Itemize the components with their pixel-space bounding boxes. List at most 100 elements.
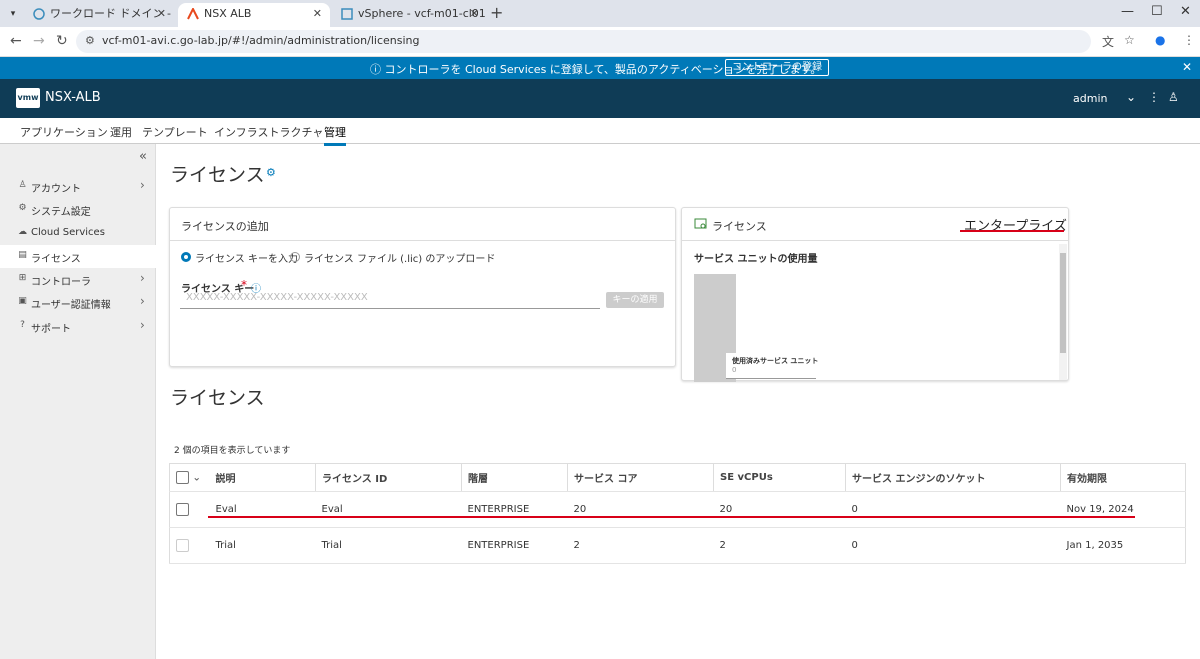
column-header[interactable]: 有効期限 [1060,463,1186,492]
card-title: ライセンス [712,220,767,233]
card-title: ライセンスの追加 [181,220,269,233]
used-units-label: 使用済みサービス ユニット [732,357,819,365]
minimize-icon[interactable]: — [1121,4,1134,19]
register-controller-button[interactable]: コントローラの登録 [725,59,829,76]
cell-se-vcpus: 20 [713,491,846,528]
nav-administration[interactable]: 管理 [324,124,346,146]
sidebar-item-label: ユーザー認証情報 [31,300,111,311]
gear-icon[interactable]: ⚙ [266,166,276,179]
chevron-right-icon: › [140,294,145,308]
cell-expiry: Jan 1, 2035 [1060,527,1186,564]
sidebar-item-controller[interactable]: ⊞ コントローラ › [0,268,156,291]
radio-enter-key[interactable] [181,252,191,262]
reload-icon[interactable]: ↻ [56,33,68,49]
item-count: 2 個の項目を表示しています [174,446,291,456]
radio-upload-file[interactable] [290,252,300,262]
site-info-icon[interactable]: ⚙ [85,34,95,47]
add-license-card: ライセンスの追加 ライセンス キーを入力 ライセンス ファイル (.lic) の… [169,207,676,367]
row-checkbox[interactable] [176,503,189,516]
bookmark-star-icon[interactable]: ☆ [1124,33,1135,47]
sidebar-item-credentials[interactable]: ▣ ユーザー認証情報 › [0,291,156,314]
product-name: NSX-ALB [45,90,101,105]
table-row[interactable]: Trial Trial ENTERPRISE 2 2 0 Jan 1, 2035 [169,527,1186,564]
chevron-right-icon: › [140,271,145,285]
back-icon[interactable]: ← [10,33,22,49]
column-header[interactable]: 階層 [461,463,568,492]
cloud-services-banner: ⓘ コントローラを Cloud Services に登録して、製品のアクティベー… [0,57,1200,79]
banner-close-icon[interactable]: ✕ [1182,60,1192,74]
tab-search-icon[interactable]: ▾ [4,5,22,23]
select-all-checkbox[interactable] [176,471,189,484]
chevron-down-icon[interactable]: ⌄ [189,473,200,484]
column-header[interactable]: ライセンス ID [315,463,462,492]
table-header-row: ⌄ 説明 ライセンス ID 階層 サービス コア SE vCPUs サービス エ… [169,463,1186,492]
scrollbar[interactable] [1059,244,1067,380]
required-marker: * [241,278,247,292]
license-status-card: ライセンス エンタープライズ サービス ユニットの使用量 使用済みサービス ユニ… [681,207,1069,382]
user-menu[interactable]: admin [1073,92,1107,105]
user-icon[interactable]: ♙ [1168,90,1179,104]
close-tab-icon[interactable]: ✕ [470,3,479,25]
vsphere-icon [341,8,353,20]
column-header[interactable]: サービス エンジンのソケット [845,463,1061,492]
sidebar-item-system-settings[interactable]: ⚙ システム設定 [0,198,156,221]
window-close-icon[interactable]: ✕ [1180,4,1191,19]
sidebar-item-accounts[interactable]: ♙ アカウント › [0,175,156,198]
cell-tier: ENTERPRISE [461,527,568,564]
cell-service-cores: 2 [567,527,714,564]
column-header[interactable]: 説明 [209,463,316,492]
controller-icon: ⊞ [18,273,27,283]
cloud-services-icon: ☁ [18,227,27,237]
apply-key-button[interactable]: キーの適用 [606,292,664,308]
forward-icon[interactable]: → [33,33,45,49]
license-list-title: ライセンス [170,387,265,409]
page-title: ライセンス [170,164,265,186]
sidebar-item-licensing[interactable]: ▤ ライセンス [0,245,156,268]
table-row[interactable]: Eval Eval ENTERPRISE 20 20 0 Nov 19, 202… [169,491,1186,528]
maximize-icon[interactable]: ☐ [1151,4,1163,19]
close-tab-icon[interactable]: ✕ [313,3,322,25]
sidebar-item-label: アカウント [31,184,81,195]
cell-se-vcpus: 2 [713,527,846,564]
credentials-icon: ▣ [18,296,27,306]
app-header: vmw NSX-ALB admin ⌄ ⋮ ♙ [0,79,1200,118]
column-header[interactable]: SE vCPUs [713,463,846,492]
info-icon: ⓘ [370,63,385,76]
url-field[interactable]: ⚙ vcf-m01-avi.c.go-lab.jp/#!/admin/admin… [76,30,1091,53]
cell-se-sockets: 0 [845,527,1061,564]
more-icon[interactable]: ⋮ [1148,90,1160,104]
column-header[interactable]: サービス コア [567,463,714,492]
usage-tooltip: 使用済みサービス ユニット 0 [726,353,819,379]
nav-templates[interactable]: テンプレート [142,124,208,140]
usage-title: サービス ユニットの使用量 [694,254,818,265]
browser-tab-vsphere[interactable]: vSphere - vcf-m01-cl01 - 仮想 ✕ [332,3,487,27]
nav-applications[interactable]: アプリケーション [20,124,108,140]
support-icon: ? [20,320,25,330]
nsx-alb-icon [187,8,199,20]
license-key-input[interactable]: XXXXX-XXXXX-XXXXX-XXXXX-XXXXX [180,292,600,309]
sidebar-item-support[interactable]: ? サポート › [0,315,156,338]
nav-infrastructure[interactable]: インフラストラクチャ [214,124,323,140]
new-tab-icon[interactable]: + [490,3,503,22]
collapse-sidebar-icon[interactable]: « [139,149,147,164]
sidebar-item-label: ライセンス [31,254,81,265]
cell-expiry: Nov 19, 2024 [1060,491,1186,528]
profile-icon[interactable]: ● [1155,33,1165,47]
license-certificate-icon [694,218,707,229]
browser-tab-workload[interactable]: ワークロード ドメイン - セキュリティ ✕ [24,3,174,27]
cell-tier: ENTERPRISE [461,491,568,528]
browser-menu-icon[interactable]: ⋮ [1183,33,1195,47]
license-icon: ▤ [18,250,27,260]
nav-operations[interactable]: 運用 [110,124,132,140]
translate-icon[interactable]: 文 [1102,33,1114,50]
sidebar-item-label: コントローラ [31,277,91,288]
scrollbar-thumb[interactable] [1060,253,1066,353]
row-checkbox[interactable] [176,539,189,552]
cell-se-sockets: 0 [845,491,1061,528]
sidebar-item-cloud-services[interactable]: ☁ Cloud Services [0,222,156,245]
main-nav: アプリケーション 運用 テンプレート インフラストラクチャ 管理 [0,118,1200,146]
browser-tab-nsx-alb[interactable]: NSX ALB ✕ [178,3,330,27]
chevron-down-icon[interactable]: ⌄ [1126,90,1136,104]
close-tab-icon[interactable]: ✕ [157,3,166,25]
tab-title: vSphere - vcf-m01-cl01 - 仮想 [358,7,487,20]
